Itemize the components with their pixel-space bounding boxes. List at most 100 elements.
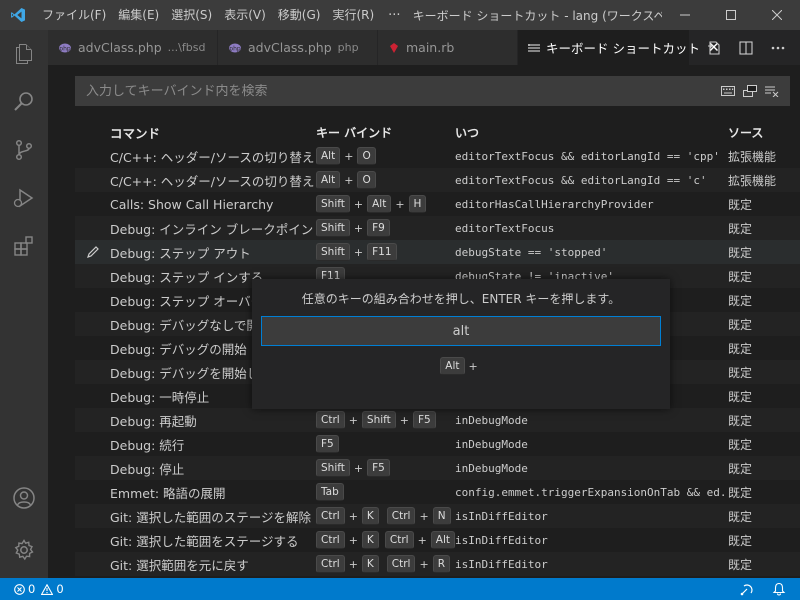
search-button[interactable] [0, 78, 48, 126]
keycap: N [432, 507, 451, 525]
widget-message: 任意のキーの組み合わせを押し、ENTER キーを押します。 [301, 292, 621, 306]
menu-edit[interactable]: 編集(E) [112, 0, 165, 30]
table-row[interactable]: Debug: 再起動 Ctrl + Shift + F5 inDebugMode 既定 [75, 408, 800, 432]
run-debug-button[interactable] [0, 174, 48, 222]
tab-main-rb[interactable]: main.rb [378, 30, 518, 65]
tab-label: キーボード ショートカット [546, 41, 700, 56]
source-label: 既定 [728, 389, 753, 404]
table-row[interactable]: C/C++: ヘッダー/ソースの切り替え Alt + OeditorTextFocus… [75, 168, 800, 192]
php-icon: php [228, 43, 242, 53]
tab-keyboard-shortcuts[interactable]: キーボード ショートカット ✕ [518, 30, 720, 65]
when-clause: editorTextFocus && editorLangId == 'cpp' [455, 149, 720, 163]
key-plus: + [419, 557, 429, 571]
tab-advclass-php[interactable]: php advClass.php php [218, 30, 378, 65]
key-plus: + [353, 245, 364, 259]
editor-tab-bar: php advClass.php ...\fbsd php advClass.p… [48, 30, 800, 65]
command-label: Git: 選択した範囲のステージを解除 [110, 509, 311, 525]
menu-file[interactable]: ファイル(F) [36, 0, 112, 30]
menu-go[interactable]: 移動(G) [272, 0, 327, 30]
command-label: Debug: ステップ アウト [110, 245, 251, 261]
edit-keybinding-button[interactable] [75, 245, 110, 259]
source-label: 既定 [728, 197, 753, 212]
menu-selection[interactable]: 選択(S) [165, 0, 218, 30]
keycap: Ctrl [316, 507, 345, 525]
tab-description: php [337, 41, 359, 54]
tab-advclass-fbsd[interactable]: php advClass.php ...\fbsd [48, 30, 218, 65]
table-row[interactable]: C/C++: ヘッダー/ソースの切り替え Alt + OeditorTextFocus… [75, 144, 800, 168]
record-keys-button[interactable] [720, 83, 736, 99]
keycap: Ctrl [316, 555, 345, 573]
keybinding-cell: Tab [316, 483, 455, 501]
window-title: キーボード ショートカット - lang (ワークスペース) - ... [412, 8, 662, 23]
keycap: F5 [413, 411, 436, 429]
keybinding-cell: Ctrl + Shift + F5 [316, 411, 455, 429]
table-row[interactable]: Git: 選択した範囲をステージする Ctrl + K Ctrl + Alt isInDiff… [75, 528, 800, 552]
keycap: R [432, 555, 450, 573]
search-input[interactable] [75, 83, 720, 99]
source-control-button[interactable] [0, 126, 48, 174]
clear-search-button[interactable] [764, 83, 780, 99]
problems-status[interactable]: 0 0 [0, 578, 68, 600]
key-plus: + [353, 197, 364, 211]
source-label: 既定 [728, 437, 753, 452]
explorer-button[interactable] [0, 30, 48, 78]
sort-by-precedence-button[interactable] [742, 83, 758, 99]
keybinding-cell: Ctrl + K Ctrl + Alt [316, 531, 455, 549]
keycap: F11 [367, 243, 397, 261]
table-row[interactable]: Git: 選択した範囲のステージを解除 Ctrl + K Ctrl + NisInDiffE… [75, 504, 800, 528]
source-label: 既定 [728, 365, 753, 380]
when-clause: isInDiffEditor [455, 509, 548, 523]
broadcast-icon [740, 584, 753, 596]
keycap: Shift [316, 459, 350, 477]
source-label: 既定 [728, 245, 753, 260]
table-row[interactable]: Debug: 続行 F5 inDebugMode 既定 [75, 432, 800, 456]
key-plus: + [353, 221, 364, 235]
keycap: F9 [367, 219, 390, 237]
keybinding-cell: Alt + O [316, 171, 455, 189]
search-tools [720, 83, 790, 99]
close-icon [772, 10, 782, 20]
source-label: 既定 [728, 269, 753, 284]
key-plus: + [348, 413, 358, 427]
when-clause: inDebugMode [455, 437, 528, 451]
ellipsis-icon [771, 46, 785, 49]
table-row[interactable]: Debug: ステップ アウト Shift + F11 debugState == 's… [75, 240, 800, 264]
maximize-button[interactable] [708, 0, 754, 30]
table-row[interactable]: Emmet: 略語の展開 Tab config.emmet.triggerExpan… [75, 480, 800, 504]
menu-bar: ファイル(F) 編集(E) 選択(S) 表示(V) 移動(G) 実行(R) ··… [36, 0, 409, 30]
source-label: 既定 [728, 221, 753, 236]
preview-key: Alt [440, 357, 465, 375]
key-plus: + [344, 173, 354, 187]
accounts-button[interactable] [0, 474, 48, 522]
command-label: C/C++: ヘッダー/ソースの切り替え [110, 149, 315, 165]
live-share-button[interactable] [736, 578, 758, 600]
menu-more-button[interactable]: ··· [380, 8, 408, 23]
keybinding-cell: Shift + F11 [316, 243, 455, 261]
open-keybindings-json-button[interactable] [700, 30, 728, 65]
extensions-button[interactable] [0, 222, 48, 270]
header-when: いつ [455, 125, 480, 140]
command-label: Debug: 続行 [110, 437, 185, 453]
table-row[interactable]: Calls: Show Call Hierarchy Shift + Alt + Hedi… [75, 192, 800, 216]
keycap: Shift [316, 195, 350, 213]
table-row[interactable]: Debug: 停止 Shift + F5 inDebugMode 既定 [75, 456, 800, 480]
keycap: Ctrl [386, 507, 416, 525]
command-label: Debug: 停止 [110, 461, 185, 477]
minimize-button[interactable] [662, 0, 708, 30]
manage-button[interactable] [0, 526, 48, 574]
split-editor-button[interactable] [732, 30, 760, 65]
notifications-button[interactable] [768, 578, 790, 600]
source-label: 既定 [728, 509, 753, 524]
keybinding-cell: Shift + F9 [316, 219, 455, 237]
table-row[interactable]: Git: 選択範囲を元に戻す Ctrl + K Ctrl + RisInDiffEditor… [75, 552, 800, 576]
keybinding-input[interactable] [261, 316, 661, 346]
close-window-button[interactable] [754, 0, 800, 30]
when-clause: editorTextFocus && editorLangId == 'c' [455, 173, 707, 187]
table-row[interactable]: Debug: インライン ブレークポイント Shift + F9 editorTextF… [75, 216, 800, 240]
keycap: Ctrl [386, 555, 416, 573]
menu-view[interactable]: 表示(V) [218, 0, 272, 30]
menu-run[interactable]: 実行(R) [326, 0, 380, 30]
account-icon [13, 487, 35, 509]
keycap: Alt [367, 195, 392, 213]
more-actions-button[interactable] [764, 30, 792, 65]
